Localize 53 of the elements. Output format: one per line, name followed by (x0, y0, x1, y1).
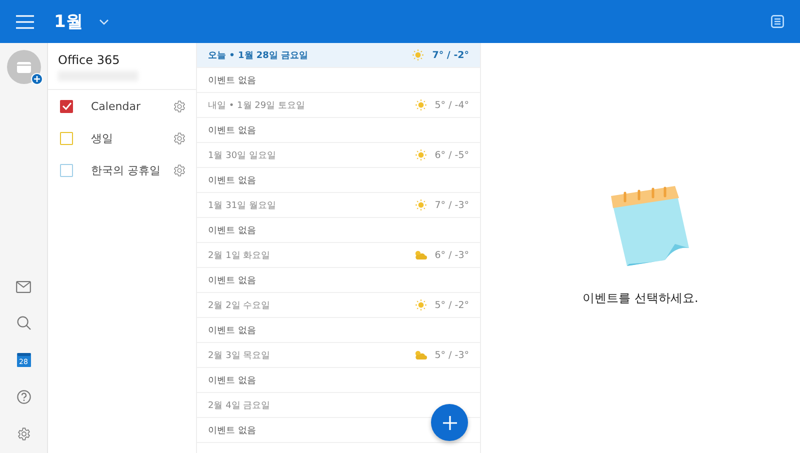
no-events-text: 이벤트 없음 (197, 118, 480, 143)
help-icon[interactable] (16, 390, 30, 404)
account-name: Office 365 (58, 53, 121, 67)
add-account-icon[interactable] (30, 73, 42, 85)
no-events-text: 이벤트 없음 (197, 268, 480, 293)
calendar-name[interactable]: 생일 (91, 130, 173, 146)
day-label: 1월 31일 월요일 (208, 200, 277, 212)
no-events-text: 이벤트 없음 (197, 368, 480, 393)
sun-cloud-icon (414, 250, 427, 260)
menu-icon[interactable] (16, 14, 34, 28)
temperature-text: 5° / -2° (434, 300, 469, 310)
no-events-text: 이벤트 없음 (197, 68, 480, 93)
sun-icon (414, 99, 427, 111)
add-event-button[interactable] (431, 404, 468, 441)
temperature-text: 5° / -4° (434, 100, 469, 110)
month-title[interactable]: 1월 (54, 10, 83, 33)
search-icon[interactable] (16, 316, 30, 330)
sun-icon (412, 49, 424, 61)
day-label: 2월 2일 수요일 (208, 300, 272, 312)
day-label: 2월 3일 목요일 (208, 350, 272, 362)
no-events-text: 이벤트 없음 (197, 168, 480, 193)
temperature-text: 7° / -2° (432, 50, 469, 60)
settings-icon[interactable] (173, 132, 186, 144)
settings-icon[interactable] (16, 427, 30, 441)
sun-cloud-icon (414, 350, 427, 360)
day-label: 1월 30일 일요일 (208, 150, 277, 162)
day-label: 오늘 • 1월 28일 금요일 (208, 50, 310, 62)
no-events-text: 이벤트 없음 (197, 218, 480, 243)
day-label: 내일 • 1월 29일 토요일 (208, 100, 306, 112)
day-label: 2월 1일 화요일 (208, 250, 272, 262)
caret-icon[interactable] (98, 18, 109, 24)
temperature-text: 7° / -3° (434, 200, 469, 210)
day-label: 2월 4일 금요일 (208, 400, 272, 412)
calendar-checkbox[interactable] (60, 100, 73, 112)
calendar-checkbox[interactable] (60, 164, 73, 176)
no-events-text: 이벤트 없음 (197, 318, 480, 343)
calendar-checkbox[interactable] (60, 132, 73, 144)
sun-icon (414, 199, 427, 211)
plus-icon (442, 416, 456, 430)
account-avatar[interactable] (6, 50, 40, 84)
temperature-text: 6° / -3° (434, 250, 469, 260)
mail-icon[interactable] (16, 281, 31, 293)
calendar-name[interactable]: 한국의 공휴일 (91, 162, 173, 178)
select-event-message: 이벤트를 선택하세요. (582, 290, 698, 307)
settings-icon[interactable] (173, 164, 186, 176)
temperature-text: 6° / -5° (434, 150, 469, 160)
calendar-name[interactable]: Calendar (91, 100, 173, 112)
sun-icon (414, 299, 427, 311)
settings-icon[interactable] (173, 100, 186, 112)
calendar-icon (16, 62, 30, 72)
sun-icon (414, 149, 427, 161)
temperature-text: 5° / -3° (434, 350, 469, 360)
list-view-icon[interactable] (771, 15, 784, 28)
